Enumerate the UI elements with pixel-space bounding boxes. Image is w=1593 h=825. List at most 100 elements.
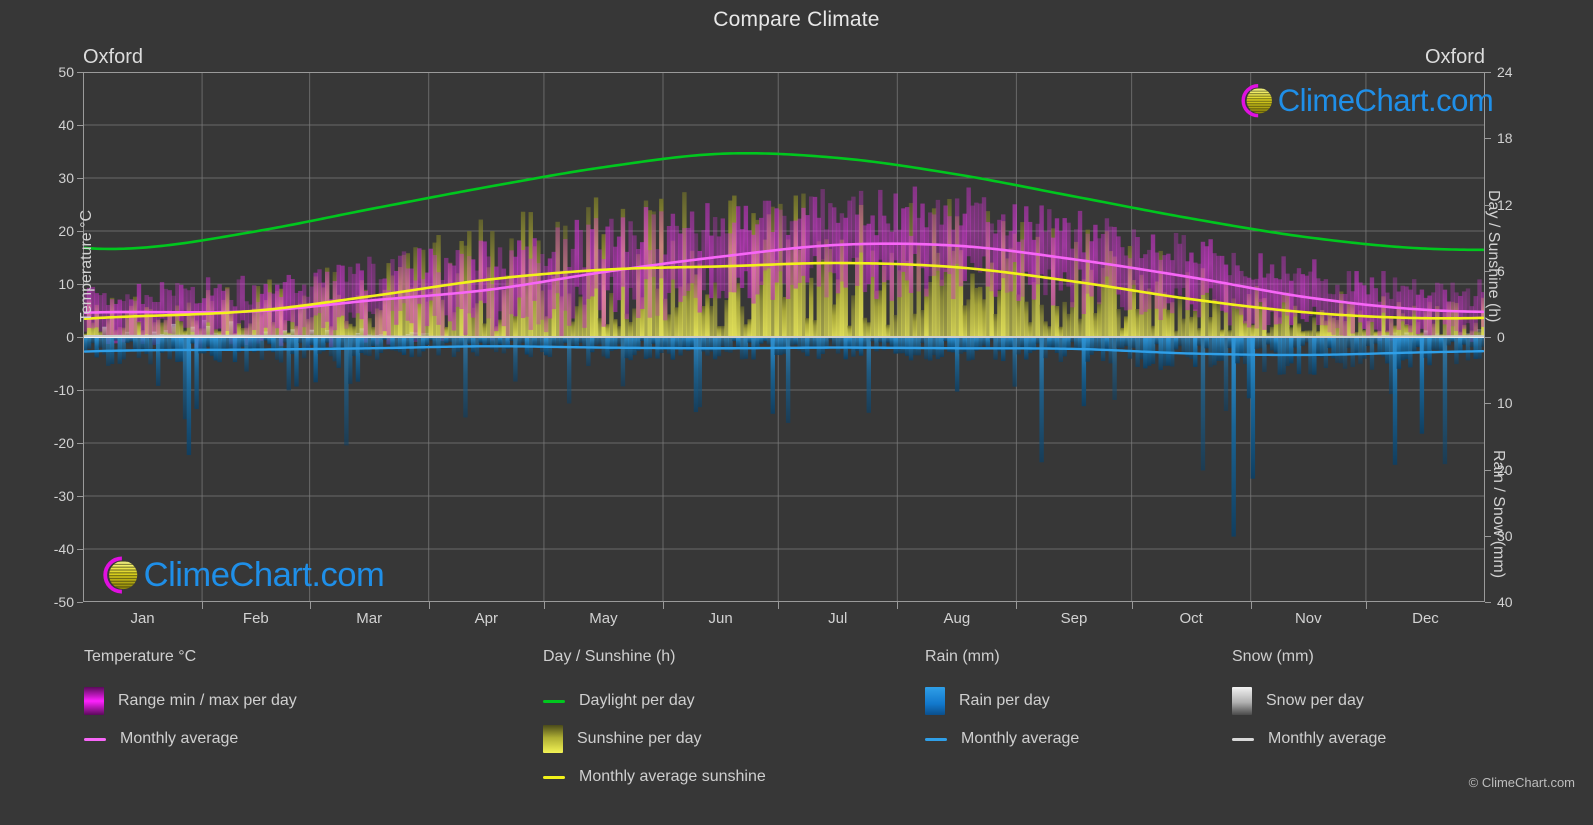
tick-mark [1485,204,1491,206]
y-tick-temp: 0 [66,329,74,345]
x-tick-mark [1250,602,1252,609]
axis-frame-bottom [83,601,1485,602]
y-tick-day: 24 [1497,64,1513,80]
x-tick-label-apr: Apr [474,610,498,627]
x-tick-label-jun: Jun [708,610,733,627]
city-label-right: Oxford [1424,46,1485,68]
legend-item-snow[interactable]: Snow per day [1232,682,1386,720]
x-tick-mark [1365,602,1367,609]
legend-item-daylight[interactable]: Daylight per day [543,682,766,720]
watermark-logo-bottom: ClimeChart.com [95,552,385,598]
climechart-logo-icon [103,556,138,594]
tick-mark [77,549,83,550]
tick-mark [77,602,83,603]
rain-daily-bars [83,337,1485,537]
legend-heading-snow: Snow (mm) [1232,648,1314,665]
x-tick-mark [778,602,780,609]
tick-mark [77,125,83,126]
chart-canvas [83,72,1485,602]
tick-mark [1485,72,1491,73]
x-tick-label-dec: Dec [1412,610,1439,627]
y-axis-label-temperature: Temperature °C [78,209,96,323]
y-tick-rain: 30 [1497,527,1513,544]
x-tick-label-mar: Mar [356,610,383,627]
legend-heading-rain: Rain (mm) [925,648,1000,665]
legend-label-snow: Snow per day [1266,692,1364,709]
y-tick-temp: -50 [53,594,74,610]
legend-label-temp-range: Range min / max per day [118,692,297,709]
legend-group-temperature: Temperature °C Range min / max per day M… [84,648,297,758]
x-tick-label-nov: Nov [1294,610,1322,627]
tick-mark [77,443,83,444]
tick-mark [1485,535,1491,537]
legend-group-snow: Snow (mm) Snow per day Monthly average [1232,648,1386,758]
swatch-snow-avg-icon [1232,737,1254,741]
x-tick-label-may: May [589,610,618,627]
legend-label-sunshine-avg: Monthly average sunshine [579,768,766,785]
y-tick-day: 0 [1497,329,1505,345]
swatch-daylight-icon [543,699,565,703]
tick-mark [77,496,83,497]
y-tick-temp: 50 [58,64,74,80]
tick-mark [1485,602,1491,603]
swatch-sunshine-icon [543,725,563,753]
axis-frame-left [83,72,84,602]
tick-mark [1485,337,1491,338]
x-tick-mark [1131,602,1133,609]
x-tick-label-aug: Aug [943,610,971,627]
legend-label-rain: Rain per day [959,692,1050,709]
x-tick-label-feb: Feb [242,610,269,627]
y-tick-rain: 10 [1497,395,1513,412]
y-tick-day: 18 [1497,130,1513,147]
x-tick-mark [897,602,899,609]
legend-group-rain: Rain (mm) Rain per day Monthly average [925,648,1079,758]
legend-item-rain[interactable]: Rain per day [925,682,1079,720]
legend-item-temp-avg[interactable]: Monthly average [84,720,297,758]
legend-item-snow-avg[interactable]: Monthly average [1232,720,1386,758]
watermark-logo-top: ClimeChart.com [1234,80,1494,121]
city-label-left: Oxford [83,46,144,68]
y-tick-temp: 30 [58,170,74,186]
tick-mark [1485,403,1491,405]
x-tick-mark [309,602,311,609]
y-tick-day: 12 [1497,196,1513,213]
x-tick-label-jul: Jul [828,610,848,627]
tick-mark [1485,270,1491,272]
y-tick-rain: 40 [1497,594,1513,610]
y-tick-temp: -20 [53,435,74,451]
y-tick-temp: -40 [53,541,74,557]
swatch-snow-icon [1232,687,1252,715]
x-tick-mark [1016,602,1018,609]
x-tick-label-jan: Jan [130,610,155,627]
plot-area [83,72,1485,602]
page-title: Compare Climate [713,8,880,31]
tick-mark [1485,469,1491,471]
x-tick-label-oct: Oct [1179,610,1203,627]
tick-mark [77,231,83,232]
climate-chart[interactable]: Temperature °C Day / Sunshine (h) Rain /… [54,64,1513,627]
y-tick-temp: 40 [58,117,74,133]
legend-item-sunshine-avg[interactable]: Monthly average sunshine [543,758,766,796]
climechart-logo-text: ClimeChart.com [143,555,385,594]
y-tick-rain: 20 [1497,461,1513,478]
x-tick-label-sep: Sep [1060,610,1088,627]
swatch-temp-range-icon [84,687,104,715]
climechart-logo-text: ClimeChart.com [1277,82,1494,118]
y-tick-temp: 20 [58,223,74,239]
tick-mark [77,72,83,73]
swatch-sunshine-avg-icon [543,775,565,779]
legend-label-sunshine: Sunshine per day [577,730,702,747]
tick-mark [77,284,83,285]
legend-item-rain-avg[interactable]: Monthly average [925,720,1079,758]
legend-label-daylight: Daylight per day [579,692,695,709]
tick-mark [77,337,83,338]
x-tick-mark [202,602,204,609]
legend-heading-temperature: Temperature °C [84,648,197,665]
legend-heading-daylight: Day / Sunshine (h) [543,648,676,665]
legend-item-temp-range[interactable]: Range min / max per day [84,682,297,720]
y-tick-temp: -10 [53,382,74,398]
legend-item-sunshine[interactable]: Sunshine per day [543,720,766,758]
x-tick-mark [663,602,664,609]
climechart-logo-icon [1241,84,1272,118]
swatch-temp-avg-icon [84,737,106,741]
